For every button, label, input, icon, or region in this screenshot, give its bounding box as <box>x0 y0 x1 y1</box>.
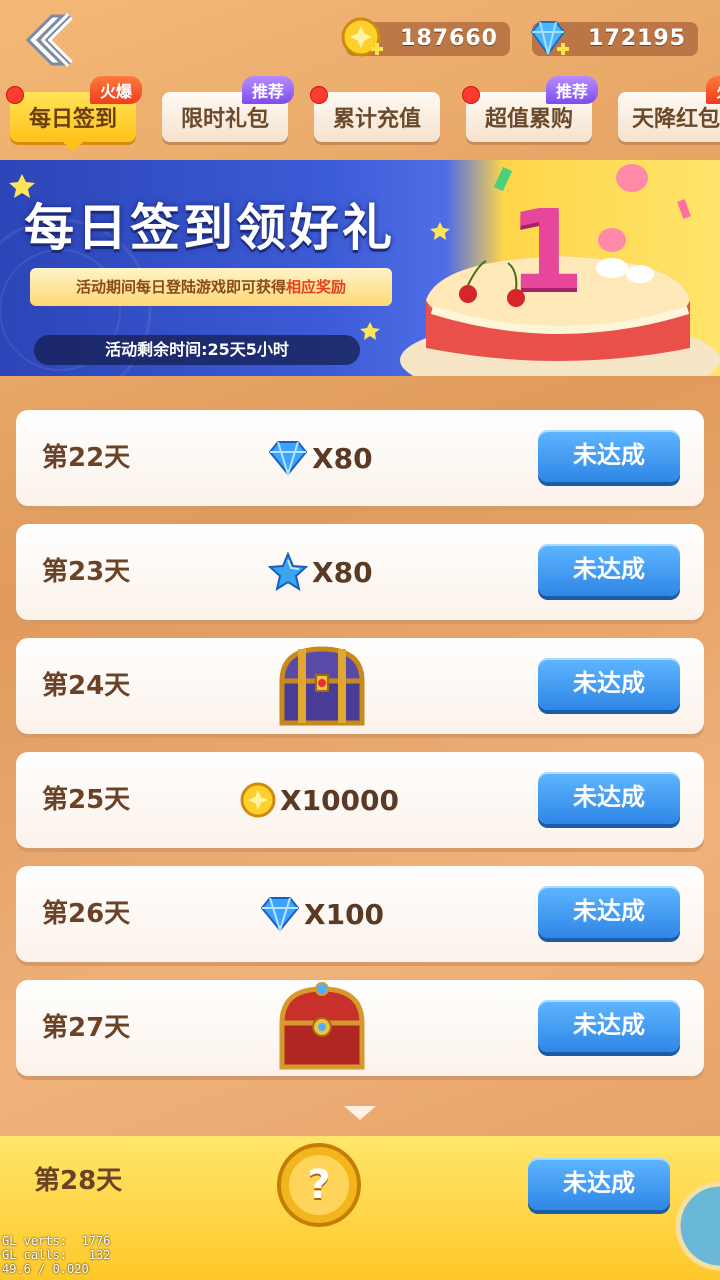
tab-cumulative-recharge[interactable]: 累计充值 <box>310 86 440 142</box>
double-chevron-left-icon <box>25 13 73 67</box>
tab-limited-gift[interactable]: 限时礼包 推荐 <box>162 76 294 142</box>
claim-button[interactable]: 未达成 <box>538 430 680 482</box>
gem-amount: 172195 <box>588 26 686 51</box>
gem-add-icon[interactable] <box>526 16 572 62</box>
claim-button[interactable]: 未达成 <box>538 886 680 938</box>
day-label: 第25天 <box>42 785 131 815</box>
corner-avatar-icon[interactable] <box>676 1176 720 1276</box>
reward: X80 <box>268 544 373 600</box>
mystery-coin-icon: ? <box>274 1142 364 1228</box>
day-label: 第22天 <box>42 443 131 473</box>
claim-button[interactable]: 未达成 <box>538 1000 680 1052</box>
gold-amount: 187660 <box>400 26 498 51</box>
reward: X100 <box>260 886 384 942</box>
claim-button[interactable]: 未达成 <box>538 772 680 824</box>
recommend-badge: 推荐 <box>545 76 598 104</box>
tab-daily-checkin[interactable]: 每日签到 火爆 <box>6 76 142 152</box>
recommend-badge: 推荐 <box>241 76 294 104</box>
claim-button[interactable]: 未达成 <box>528 1158 670 1210</box>
debug-overlay: GL verts: 1776 GL calls: 132 49.6 / 0.02… <box>2 1234 110 1276</box>
reward-quantity: X80 <box>312 441 373 475</box>
debug-line: 49.6 / 0.020 <box>2 1262 89 1276</box>
reward-row-day26: 第26天 X100 未达成 <box>16 866 704 962</box>
diamond-icon <box>268 441 308 476</box>
gold-counter: 187660 <box>341 17 510 57</box>
claim-button[interactable]: 未达成 <box>538 544 680 596</box>
reward: X10000 <box>240 772 399 828</box>
day-label: 第27天 <box>42 1013 131 1043</box>
event-banner: 1 每日签到领好礼 活动期间每日登陆游戏即可获得相应奖励 活动剩余时间:25天5… <box>0 160 720 376</box>
tab-label: 每日签到 <box>28 107 117 132</box>
notification-dot <box>462 86 480 104</box>
tab-label: 超值累购 <box>484 107 573 132</box>
question-mark: ? <box>307 1162 331 1208</box>
reward <box>272 980 372 1076</box>
gold-coin-add-icon[interactable] <box>340 16 386 62</box>
day-label: 第23天 <box>42 557 131 587</box>
reward-row-day24: 第24天 未达成 <box>16 638 704 734</box>
banner-subtitle: 活动期间每日登陆游戏即可获得相应奖励 <box>30 268 392 306</box>
banner-title: 每日签到领好礼 <box>24 199 395 257</box>
debug-line: GL verts: 1776 <box>2 1234 111 1248</box>
day-label: 第26天 <box>42 899 131 929</box>
scroll-down-arrow-icon <box>344 1106 376 1120</box>
event-timer: 活动剩余时间:25天5小时 <box>34 335 360 365</box>
reward-list[interactable]: 第22天 X80 未达成 第23天 X80 未达成 第24天 未达成 第25天 … <box>0 376 720 1136</box>
reward <box>272 640 372 732</box>
banner-subtitle-highlight: 相应奖励 <box>286 278 347 296</box>
hot-badge: 火爆 <box>89 76 142 104</box>
hot-badge: 火 <box>706 76 720 104</box>
cake-candle-number: 1 <box>508 186 585 314</box>
reward: X80 <box>268 430 373 486</box>
tab-label: 限时礼包 <box>180 107 269 132</box>
notification-dot <box>6 86 24 104</box>
notification-dot <box>310 86 328 104</box>
diamond-icon <box>260 897 300 932</box>
reward-quantity: X80 <box>312 555 373 589</box>
gem-counter: 172195 <box>530 21 698 56</box>
reward-row-day22: 第22天 X80 未达成 <box>16 410 704 506</box>
red-chest-icon <box>279 982 365 1070</box>
reward-quantity: X100 <box>304 897 385 931</box>
tab-red-packet[interactable]: 天降红包 火 <box>618 76 720 142</box>
reward-row-day23: 第23天 X80 未达成 <box>16 524 704 620</box>
debug-line: GL calls: 132 <box>2 1248 111 1262</box>
reward-row-day25: 第25天 X10000 未达成 <box>16 752 704 848</box>
reward-row-day27: 第27天 未达成 <box>16 980 704 1076</box>
tab-value-purchase[interactable]: 超值累购 推荐 <box>462 76 598 142</box>
star-icon <box>268 552 308 592</box>
tab-label: 累计充值 <box>332 107 421 132</box>
back-button[interactable] <box>14 12 78 68</box>
tab-label: 天降红包 <box>632 107 720 132</box>
active-tab-pointer <box>63 142 83 152</box>
claim-button[interactable]: 未达成 <box>538 658 680 710</box>
day-label: 第28天 <box>34 1166 123 1196</box>
reward-quantity: X10000 <box>280 783 399 817</box>
gold-coin-icon <box>240 782 276 818</box>
purple-chest-icon <box>279 646 365 726</box>
day-label: 第24天 <box>42 671 131 701</box>
banner-subtitle-text: 活动期间每日登陆游戏即可获得 <box>75 278 286 296</box>
